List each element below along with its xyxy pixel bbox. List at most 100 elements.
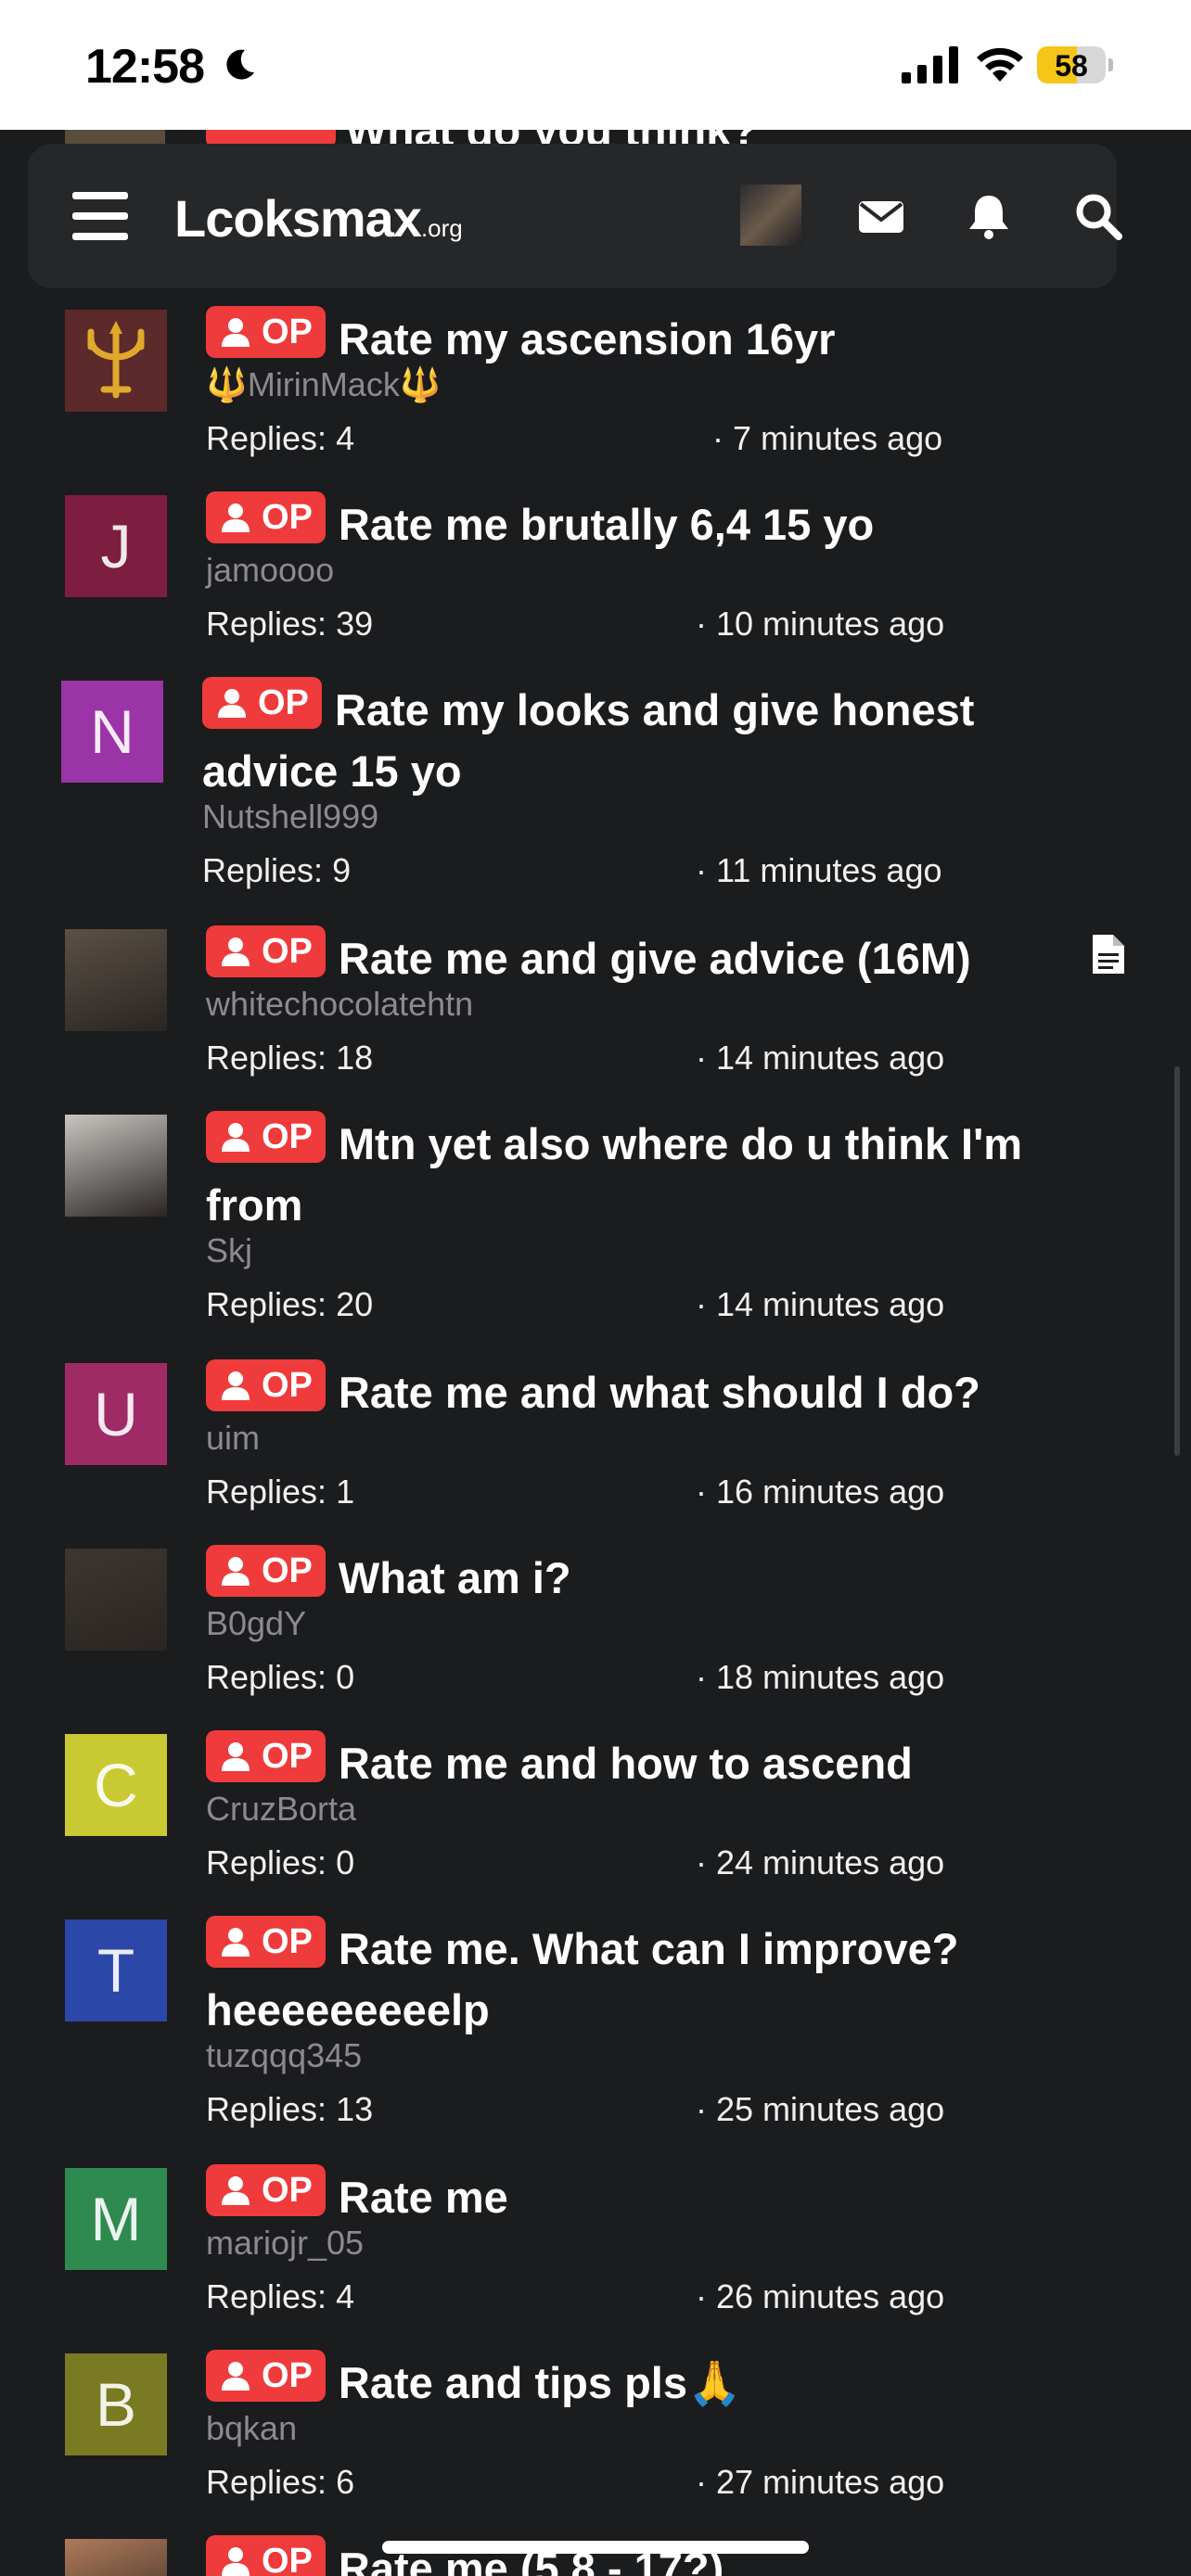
wifi-icon (977, 47, 1023, 82)
avatar[interactable]: T (65, 1919, 167, 2021)
avatar[interactable] (65, 310, 167, 412)
bell-icon[interactable] (963, 190, 1015, 242)
thread-title-text: Rate me and what should I do? (338, 1368, 980, 1417)
last-post-time[interactable]: · 11 minutes ago (696, 851, 941, 890)
mail-icon[interactable] (855, 190, 907, 242)
avatar-letter: C (94, 1751, 138, 1819)
thread-title-text: Rate my ascension 16yr (338, 314, 836, 363)
last-post-time[interactable]: · 7 minutes ago (712, 419, 942, 458)
menu-icon[interactable] (72, 192, 128, 240)
thread-title-text: What am i? (338, 1553, 571, 1602)
last-post-time[interactable]: · 25 minutes ago (696, 2090, 944, 2129)
thread-title[interactable]: OP Rate me and how to ascend (206, 1730, 1085, 1794)
avatar[interactable] (65, 929, 167, 1031)
thread-author[interactable]: whitechocolatehtn (206, 985, 473, 1024)
thread-title[interactable]: OP Rate my ascension 16yr (206, 306, 1085, 370)
thread-title[interactable]: OP What am i? (206, 1545, 1085, 1609)
thread-title-text: Rate me (338, 2173, 508, 2222)
last-post-time[interactable]: · 14 minutes ago (696, 1039, 944, 1078)
op-badge: OP (206, 925, 326, 977)
thread-author[interactable]: tuzqqq345 (206, 2036, 362, 2075)
thread-author[interactable]: CruzBorta (206, 1790, 356, 1829)
op-badge-label: OP (258, 683, 309, 722)
op-badge-label: OP (262, 312, 313, 351)
avatar[interactable] (65, 1115, 167, 1217)
op-badge: OP (206, 1916, 326, 1968)
thread-title[interactable]: OP Rate me and what should I do? (206, 1359, 1085, 1423)
avatar[interactable] (740, 185, 801, 246)
thread-author[interactable]: B0gdY (206, 1604, 306, 1643)
thread-title[interactable]: OP Mtn yet also where do u think I'm from (206, 1111, 1085, 1236)
battery-indicator: 58 (1037, 46, 1113, 83)
thread-title[interactable]: OP Rate me and give advice (16M) (206, 925, 1085, 989)
avatar[interactable]: C (65, 1734, 167, 1836)
last-post-time[interactable]: · 18 minutes ago (696, 1658, 944, 1697)
avatar[interactable] (65, 1549, 167, 1651)
op-badge: OP (206, 1359, 326, 1411)
op-badge-label: OP (262, 2356, 313, 2395)
thread-author[interactable]: bqkan (206, 2409, 297, 2448)
thread-title-text: Rate my looks and give honest (334, 685, 975, 734)
thread-author[interactable]: mariojr_05 (206, 2224, 364, 2263)
last-post-time[interactable]: · 27 minutes ago (696, 2463, 944, 2502)
op-badge: OP (206, 2164, 326, 2216)
reply-count: Replies: 6 (206, 2463, 355, 2501)
op-badge: OP (206, 2535, 326, 2576)
avatar-letter: B (95, 2370, 137, 2439)
avatar-letter: U (94, 1380, 138, 1448)
thread-title-text: Mtn yet also where do u think I'm (338, 1119, 1023, 1168)
op-badge-label: OP (262, 1366, 313, 1405)
reply-count: Replies: 0 (206, 1658, 355, 1696)
avatar[interactable]: U (65, 1363, 167, 1465)
thread-author[interactable]: jamoooo (206, 551, 334, 590)
reply-count: Replies: 1 (206, 1473, 355, 1511)
avatar[interactable]: N (61, 681, 163, 783)
thread-author[interactable]: 🔱MirinMack🔱 (206, 365, 442, 404)
thread-author[interactable]: uim (206, 1419, 260, 1458)
page: 12:58 58 What do you think? Lcoksmax.org… (0, 0, 1191, 2576)
home-indicator[interactable] (382, 2541, 809, 2554)
avatar[interactable]: M (65, 2168, 167, 2270)
last-post-time[interactable]: · 26 minutes ago (696, 2277, 944, 2316)
op-badge: OP (206, 1111, 326, 1163)
site-logo[interactable]: Lcoksmax.org (174, 188, 463, 249)
avatar[interactable] (65, 2539, 167, 2576)
avatar[interactable]: J (65, 495, 167, 597)
thread-title[interactable]: OP Rate me brutally 6,4 15 yo (206, 491, 1085, 555)
thread-title[interactable]: OP Rate me. What can I improve? heeeeeeeee… (206, 1916, 1085, 2041)
last-post-time[interactable]: · 10 minutes ago (696, 605, 944, 644)
avatar-letter: T (96, 1936, 135, 2005)
site-header: Lcoksmax.org (28, 144, 1122, 288)
document-icon (1093, 935, 1124, 974)
avatar[interactable]: B (65, 2353, 167, 2455)
op-badge-label: OP (262, 1117, 313, 1156)
reply-count: Replies: 4 (206, 2277, 355, 2315)
last-post-time[interactable]: · 14 minutes ago (696, 1285, 944, 1324)
reply-count: Replies: 18 (206, 1039, 374, 1077)
logo-main: Lcoksmax (174, 189, 422, 248)
op-badge-label: OP (262, 932, 313, 971)
thread-title-text: from (206, 1180, 303, 1230)
op-badge-label: OP (262, 1737, 313, 1776)
thread-title-text: advice 15 yo (202, 746, 462, 796)
thread-title-text: Rate and tips pls🙏 (338, 2358, 742, 2407)
thread-title[interactable]: OP Rate me (206, 2164, 1085, 2228)
last-post-time[interactable]: · 16 minutes ago (696, 1473, 944, 1511)
status-time: 12:58 (85, 40, 205, 94)
thread-title-text: Rate me. What can I improve? (338, 1924, 959, 1973)
thread-title[interactable]: OP Rate my looks and give honest advice 15… (202, 677, 1085, 802)
cellular-signal-icon (902, 46, 958, 83)
op-badge-label: OP (262, 2171, 313, 2210)
thread-author[interactable]: Nutshell999 (202, 797, 378, 836)
avatar-letter: J (100, 512, 132, 580)
thread-author[interactable]: Skj (206, 1231, 252, 1270)
thread-title[interactable]: OP Rate and tips pls🙏 (206, 2350, 1085, 2414)
scrollbar[interactable] (1174, 1066, 1180, 1456)
battery-level: 58 (1055, 49, 1088, 83)
op-badge: OP (206, 2350, 326, 2402)
op-badge: OP (206, 1545, 326, 1597)
avatar-letter: N (90, 697, 134, 766)
avatar-letter: M (90, 2185, 142, 2253)
search-icon[interactable] (1072, 190, 1124, 242)
last-post-time[interactable]: · 24 minutes ago (696, 1843, 944, 1882)
